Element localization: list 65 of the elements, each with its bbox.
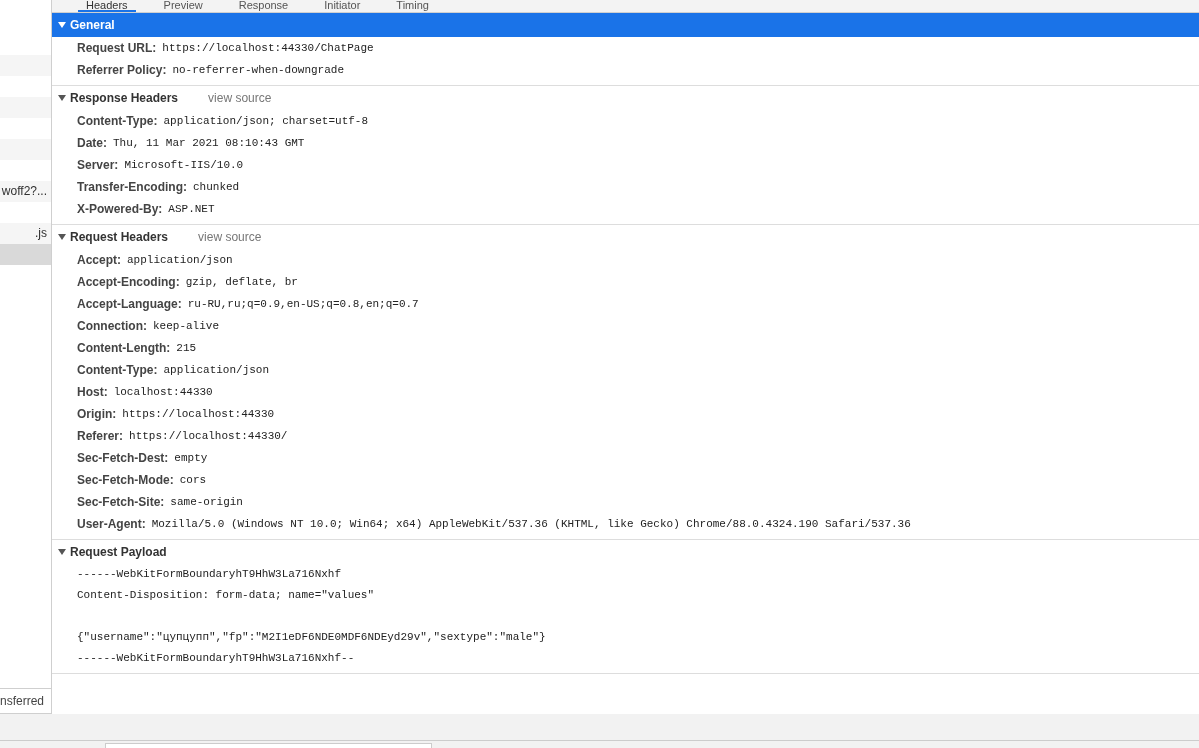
- header-name: Referrer Policy:: [77, 63, 167, 77]
- request-row[interactable]: .js: [0, 223, 51, 244]
- view-source-link[interactable]: view source: [208, 91, 272, 105]
- section-header[interactable]: General: [52, 13, 1199, 37]
- header-value: application/json: [163, 364, 270, 376]
- request-row[interactable]: [0, 139, 51, 160]
- header-value: https://localhost:44330/ChatPage: [162, 42, 374, 54]
- header-name: Accept:: [77, 253, 121, 267]
- header-value: no-referrer-when-downgrade: [172, 64, 344, 76]
- expand-icon[interactable]: [58, 234, 66, 240]
- header-value: same-origin: [170, 496, 243, 508]
- request-row[interactable]: [0, 244, 51, 265]
- header-value: application/json: [127, 254, 233, 266]
- header-value: localhost:44330: [113, 386, 213, 398]
- header-value: empty: [174, 452, 208, 464]
- header-value: https://localhost:44330/: [129, 430, 288, 442]
- tab[interactable]: Response: [230, 0, 297, 12]
- header-name: Accept-Encoding:: [77, 275, 180, 289]
- request-row[interactable]: [0, 55, 51, 76]
- payload-line: Content-Disposition: form-data; name="values": [76, 588, 376, 603]
- header-value: Mozilla/5.0 (Windows NT 10.0; Win64; x64) AppleWebKit/537.36 (KHTML, like Gecko) Chrome/88.0.4324.190 Safari/537.36: [151, 518, 911, 530]
- header-name: Accept-Language:: [77, 297, 182, 311]
- header-value: Microsoft-IIS/10.0: [124, 159, 244, 171]
- header-name: Host:: [77, 385, 108, 399]
- expand-icon[interactable]: [58, 22, 66, 28]
- header-value: 215: [176, 342, 197, 354]
- tab[interactable]: Preview: [155, 0, 211, 12]
- expand-icon[interactable]: [58, 95, 66, 101]
- header-name: Sec-Fetch-Site:: [77, 495, 165, 509]
- view-source-link[interactable]: view source: [198, 230, 262, 244]
- header-value: gzip, deflate, br: [185, 276, 298, 288]
- header-name: Referer:: [77, 429, 124, 443]
- header-value: Thu, 11 Mar 2021 08:10:43 GMT: [113, 137, 305, 149]
- header-name: Origin:: [77, 407, 117, 421]
- header-value: cors: [179, 474, 207, 486]
- header-name: Date:: [77, 136, 107, 150]
- section-header[interactable]: Response Headers view source: [52, 86, 1199, 110]
- header-value: ASP.NET: [168, 203, 215, 215]
- header-name: Connection:: [77, 319, 147, 333]
- header-name: Server:: [77, 158, 119, 172]
- request-row[interactable]: woff2?...: [0, 181, 51, 202]
- header-value: keep-alive: [153, 320, 219, 332]
- header-value: https://localhost:44330: [122, 408, 275, 420]
- header-value: application/json; charset=utf-8: [163, 115, 369, 127]
- header-name: Sec-Fetch-Dest:: [77, 451, 169, 465]
- request-row[interactable]: [0, 97, 51, 118]
- header-name: Content-Length:: [77, 341, 171, 355]
- section-header[interactable]: Request Headers view source: [52, 225, 1199, 249]
- header-value: ru-RU,ru;q=0.9,en-US;q=0.8,en;q=0.7: [187, 298, 419, 310]
- section-header[interactable]: Request Payload: [52, 540, 1199, 564]
- payload-line: ------WebKitFormBoundaryhT9HhW3La716Nxhf: [76, 567, 343, 582]
- header-name: User-Agent:: [77, 517, 146, 531]
- header-name: Content-Type:: [77, 363, 158, 377]
- expand-icon[interactable]: [58, 549, 66, 555]
- header-name: Content-Type:: [77, 114, 158, 128]
- transfer-summary: nsferred: [0, 694, 45, 708]
- payload-line: ------WebKitFormBoundaryhT9HhW3La716Nxhf--: [76, 651, 356, 666]
- header-name: Transfer-Encoding:: [77, 180, 187, 194]
- tab[interactable]: Initiator: [316, 0, 369, 12]
- header-value: chunked: [193, 181, 240, 193]
- header-name: Sec-Fetch-Mode:: [77, 473, 174, 487]
- header-name: Request URL:: [77, 41, 157, 55]
- payload-line: {"username":"цупцупп","fp":"M2I1eDF6NDE0MDF6NDEyd29v","sextype":"male"}: [76, 630, 547, 645]
- header-name: X-Powered-By:: [77, 202, 163, 216]
- tab[interactable]: Timing: [388, 0, 437, 12]
